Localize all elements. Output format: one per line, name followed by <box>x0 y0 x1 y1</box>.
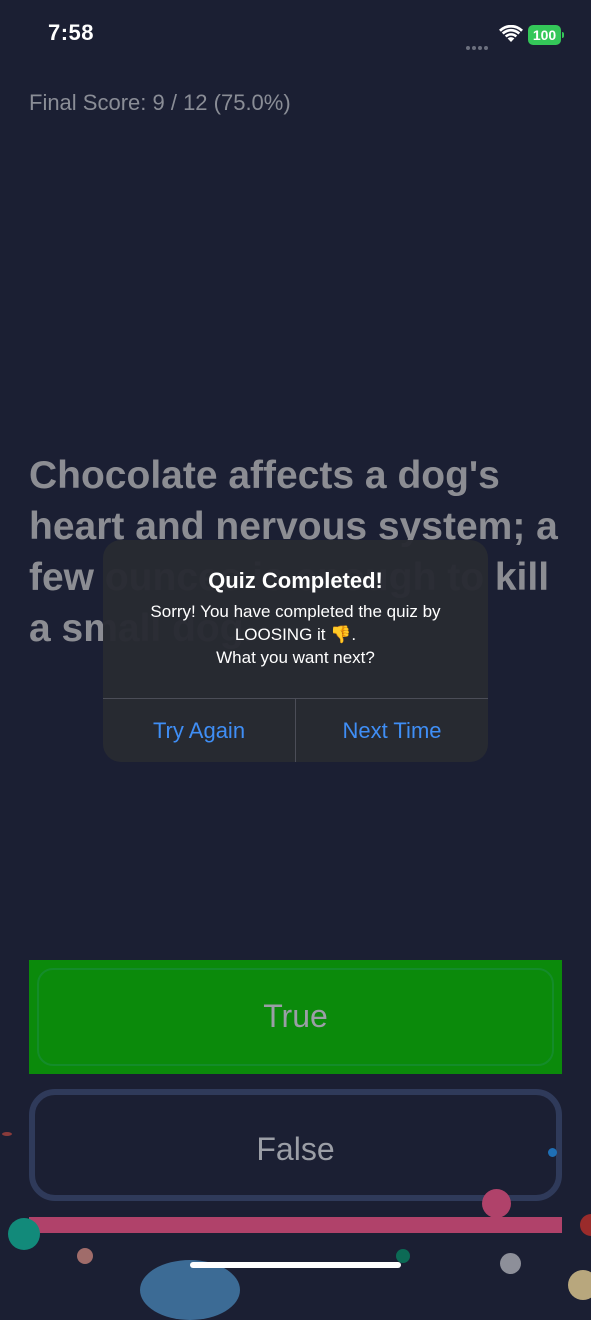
alert-title: Quiz Completed! <box>208 568 383 593</box>
cellular-signal-icon <box>466 37 492 50</box>
quiz-progress-fill <box>29 1217 562 1233</box>
status-time: 7:58 <box>48 20 95 45</box>
final-score-label: Final Score: 9 / 12 (75.0%) <box>29 90 291 115</box>
quiz-progress-bar <box>29 1217 562 1233</box>
decorative-bubble <box>8 1218 40 1250</box>
decorative-bubble <box>500 1253 521 1274</box>
battery-level: 100 <box>528 25 561 45</box>
false-button[interactable]: False <box>29 1089 562 1201</box>
status-bar: 7:58 100 <box>0 0 591 72</box>
decorative-bubble <box>548 1148 557 1157</box>
try-again-button[interactable]: Try Again <box>103 699 295 762</box>
home-indicator[interactable] <box>190 1262 401 1268</box>
wifi-icon <box>499 24 523 43</box>
decorative-bubble <box>396 1249 410 1263</box>
decorative-bubble <box>140 1260 240 1320</box>
alert-message: Sorry! You have completed the quiz by LO… <box>150 602 441 667</box>
decorative-bubble <box>482 1189 511 1218</box>
battery-icon: 100 <box>528 25 564 45</box>
true-button-label: True <box>263 998 328 1034</box>
next-time-button[interactable]: Next Time <box>296 699 488 762</box>
decorative-bubble <box>568 1270 591 1300</box>
decorative-bubble <box>580 1214 591 1236</box>
true-button[interactable]: True <box>29 960 562 1074</box>
decorative-bubble <box>2 1132 12 1136</box>
false-button-label: False <box>256 1131 335 1167</box>
quiz-completed-alert: Quiz Completed! Sorry! You have complete… <box>103 540 488 762</box>
decorative-bubble <box>77 1248 93 1264</box>
